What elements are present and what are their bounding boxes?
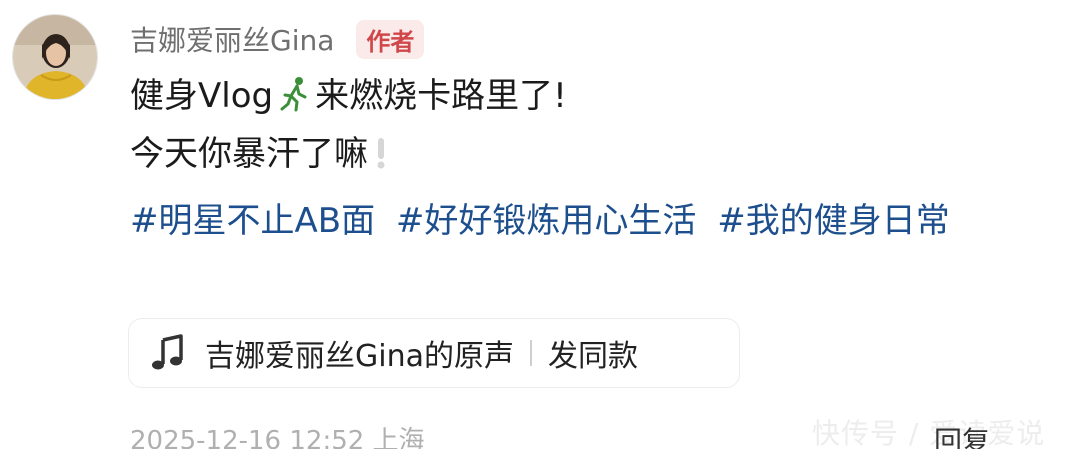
author-badge: 作者 xyxy=(356,19,425,59)
comment-header: 吉娜爱丽丝Gina 作者 xyxy=(130,14,425,64)
avatar-photo xyxy=(13,15,97,99)
use-sound-button[interactable]: 发同款 xyxy=(548,331,638,375)
hashtag-list: #明星不止AB面 #好好锻炼用心生活 #我的健身日常 xyxy=(130,192,1000,250)
comment-text-line-1: 健身Vlog 来燃烧卡路里了! xyxy=(130,76,567,117)
author-name[interactable]: 吉娜爱丽丝Gina xyxy=(130,19,334,59)
exclamation-icon xyxy=(374,134,388,170)
music-note-icon xyxy=(149,334,187,372)
hashtag-link[interactable]: #我的健身日常 xyxy=(717,201,950,241)
sound-title[interactable]: 吉娜爱丽丝Gina的原声 xyxy=(205,331,514,375)
hashtag-link[interactable]: #明星不止AB面 xyxy=(130,201,375,241)
comment-text: 今天你暴汗了嘛 xyxy=(130,134,368,174)
running-person-icon xyxy=(277,76,311,112)
divider xyxy=(529,340,532,366)
watermark: 快传号 / 爱读爱说 xyxy=(812,417,1046,449)
hashtag-link[interactable]: #好好锻炼用心生活 xyxy=(396,201,697,241)
original-sound-card[interactable]: 吉娜爱丽丝Gina的原声 发同款 xyxy=(128,318,740,388)
comment-timestamp: 2025-12-16 12:52 上海 xyxy=(130,426,425,449)
comment-text: 健身Vlog xyxy=(130,76,274,116)
comment-text: 来燃烧卡路里了! xyxy=(315,76,567,116)
reply-button[interactable]: 回复 xyxy=(934,420,990,449)
avatar[interactable] xyxy=(12,14,98,100)
comment-card: 吉娜爱丽丝Gina 作者 健身Vlog 来燃烧卡路里了! 今天你暴汗了嘛 #明星… xyxy=(0,0,1068,449)
comment-text-line-2: 今天你暴汗了嘛 xyxy=(130,134,388,175)
